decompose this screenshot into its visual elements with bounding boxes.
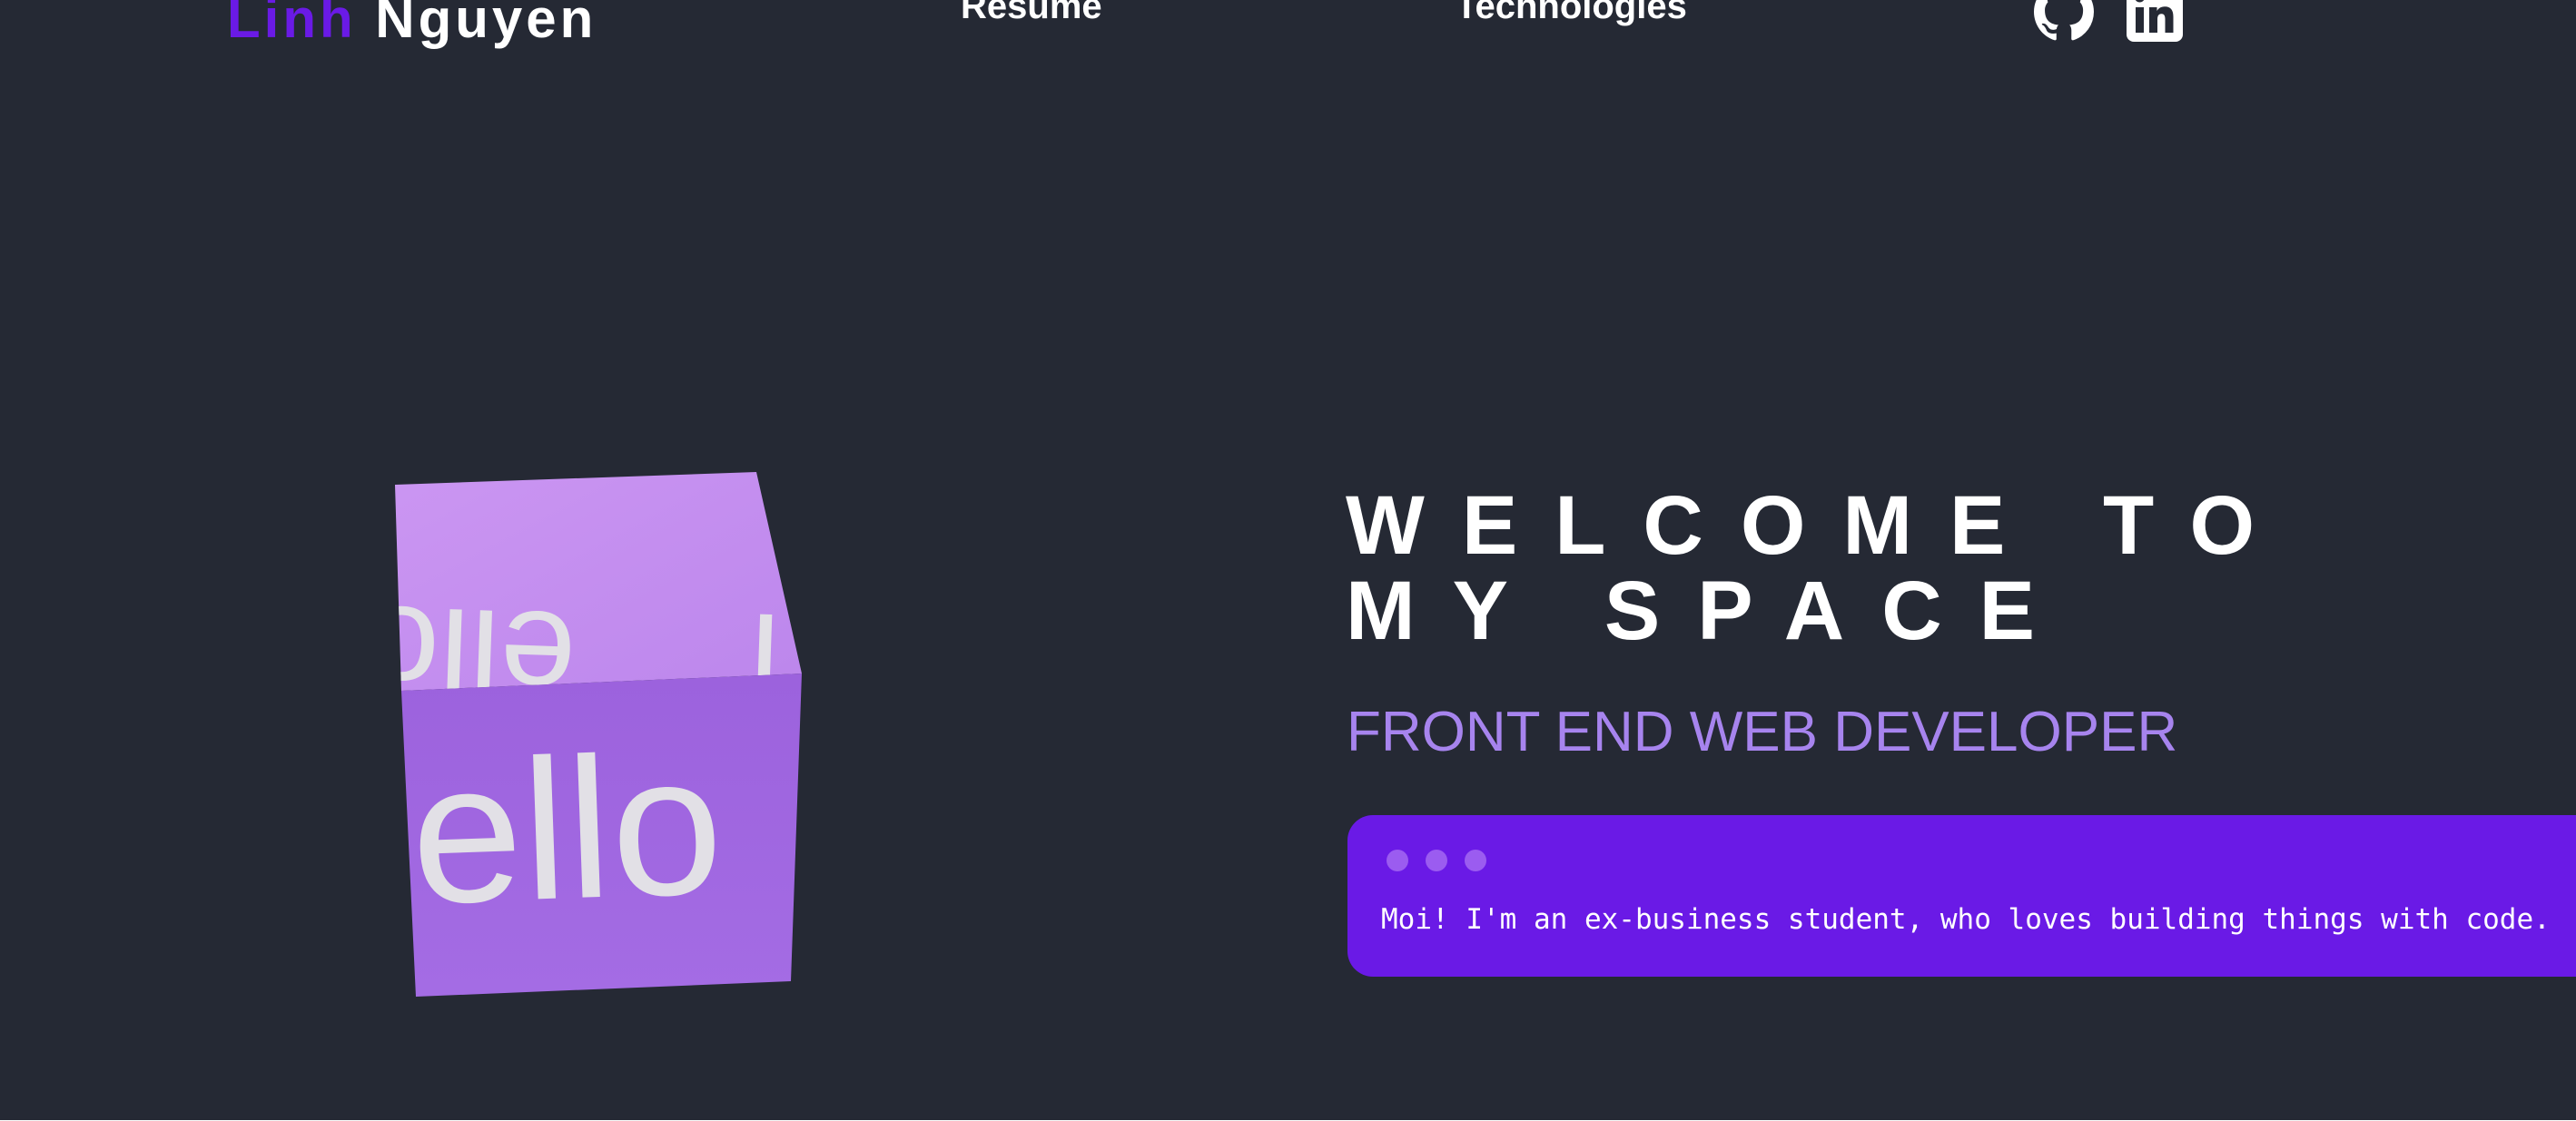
terminal-dot-icon: [1426, 850, 1447, 871]
hero-title-line-1: WELCOME TO: [1346, 479, 2293, 572]
logo-first-name: Linh: [227, 0, 357, 49]
page: Linh Nguyen Resume Technologies ello l l…: [0, 0, 2576, 1120]
terminal-dot-icon: [1465, 850, 1486, 871]
hero-subtitle: FRONT END WEB DEVELOPER: [1347, 701, 2178, 763]
hero-title-line-2: MY SPACE: [1346, 565, 2073, 657]
terminal-dot-icon: [1387, 850, 1408, 871]
nav-link-technologies[interactable]: Technologies: [1456, 0, 1687, 29]
hero-title: WELCOME TO MY SPACE: [1346, 483, 2292, 654]
nav-link-resume[interactable]: Resume: [961, 0, 1102, 29]
linkedin-icon[interactable]: [2125, 0, 2185, 44]
github-icon[interactable]: [2034, 0, 2094, 44]
terminal-card: Moi! I'm an ex-business student, who lov…: [1347, 815, 2576, 977]
hello-cube: ello l lello: [390, 467, 808, 1003]
terminal-text: Moi! I'm an ex-business student, who lov…: [1381, 903, 2551, 936]
cube-front-face-text: lello: [390, 712, 725, 948]
site-logo[interactable]: Linh Nguyen: [227, 0, 597, 51]
logo-last-name: Nguyen: [375, 0, 597, 49]
